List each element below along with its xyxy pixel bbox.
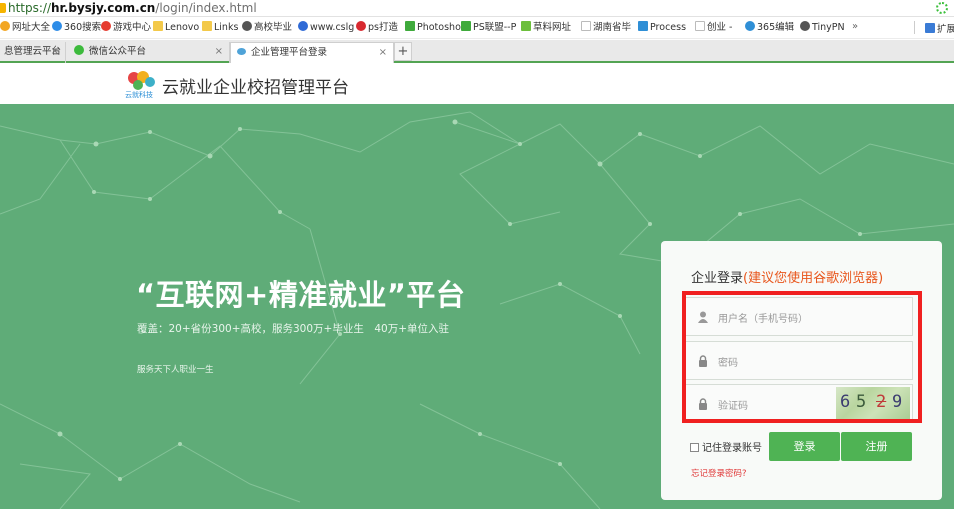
page-icon — [695, 21, 705, 31]
bookmark-label: TinyPN — [812, 22, 845, 33]
new-tab-button[interactable]: + — [394, 42, 412, 61]
url-scheme: https:// — [8, 1, 52, 15]
bookmark-item[interactable]: 360搜索 — [52, 21, 101, 35]
bookmark-icon — [0, 21, 10, 31]
page-icon — [581, 21, 591, 31]
tab-close-icon[interactable]: × — [379, 43, 387, 63]
bookmark-item[interactable]: 创业 - — [695, 21, 732, 35]
apps-label: 扩展 — [937, 24, 954, 35]
url-host: hr.bysjy.com.cn — [51, 1, 156, 15]
bookmark-label: 草料网址 — [533, 22, 572, 33]
bookmark-label: PS联盟--P — [473, 22, 517, 33]
bookmark-label: 360搜索 — [64, 22, 102, 33]
bookmark-item[interactable]: 草料网址 — [521, 21, 571, 35]
apps-grid-icon — [925, 23, 935, 33]
url-text[interactable]: https://hr.bysjy.com.cn/login/index.html — [8, 0, 257, 16]
login-button[interactable]: 登录 — [769, 432, 840, 461]
bookmark-icon — [242, 21, 252, 31]
bookmark-icon — [52, 21, 62, 31]
logo-text: 云就科技 — [125, 90, 153, 99]
folder-icon — [202, 21, 212, 31]
hero-motto: 服务天下人职业一生 — [137, 365, 214, 375]
forgot-password-link[interactable]: 忘记登录密码? — [691, 467, 747, 479]
bookmark-label: 网址大全 — [12, 22, 51, 33]
tab-favicon — [237, 48, 246, 55]
bookmark-label: 游戏中心 — [113, 22, 152, 33]
bookmark-label: 创业 - — [707, 22, 733, 33]
annotation-highlight-box — [682, 291, 922, 423]
tab-cloud-admin[interactable]: 息管理云平台 × — [0, 42, 66, 63]
lock-icon — [0, 3, 6, 13]
tab-label: 微信公众平台 — [89, 46, 147, 57]
bookmark-icon — [298, 21, 308, 31]
bookmark-icon — [745, 21, 755, 31]
folder-icon — [153, 21, 163, 31]
bookmark-icon — [521, 21, 531, 31]
bookmark-label: Process — [650, 22, 687, 33]
tab-wechat[interactable]: 微信公众平台 × — [66, 42, 230, 63]
bookmark-label: Links — [214, 22, 239, 33]
site-header: 云就科技 云就业企业校招管理平台 — [0, 65, 954, 104]
extension-icon[interactable] — [936, 2, 948, 14]
bookmarks-divider — [914, 21, 915, 34]
login-title: 企业登录(建议您使用谷歌浏览器) — [691, 267, 883, 286]
tab-strip: 息管理云平台 × 微信公众平台 × 企业管理平台登录 × + — [0, 40, 954, 63]
bookmark-item[interactable]: ps打造 — [356, 21, 398, 35]
bookmark-icon — [356, 21, 366, 31]
bookmark-icon — [101, 21, 111, 31]
login-panel: 企业登录(建议您使用谷歌浏览器) 用户名（手机号码） 密码 验证码 6 5 2 … — [661, 241, 942, 500]
tab-close-icon[interactable]: × — [51, 42, 59, 62]
bookmark-icon — [405, 21, 415, 31]
bookmark-item[interactable]: www.cslg — [298, 21, 354, 35]
browser-hint: (建议您使用谷歌浏览器) — [743, 271, 884, 286]
tab-label: 企业管理平台登录 — [251, 47, 328, 58]
bookmark-item[interactable]: TinyPN — [800, 21, 845, 35]
bookmark-icon — [638, 21, 648, 31]
bookmark-item[interactable]: Photosho — [405, 21, 461, 35]
tab-close-icon[interactable]: × — [215, 42, 223, 62]
hero-subtitle: 覆盖：20+省份300+高校，服务300万+毕业生 40万+单位入驻 — [137, 323, 449, 335]
address-bar[interactable]: https://hr.bysjy.com.cn/login/index.html — [0, 0, 954, 17]
bookmark-item[interactable]: 高校毕业 — [242, 21, 292, 35]
login-title-text: 企业登录 — [691, 271, 744, 286]
site-title: 云就业企业校招管理平台 — [162, 78, 349, 98]
site-logo[interactable]: 云就科技 — [124, 70, 158, 100]
bookmark-item[interactable]: 365编辑 — [745, 21, 794, 35]
remember-account[interactable]: 记住登录账号 — [690, 439, 762, 454]
bookmark-label: ps打造 — [368, 22, 398, 33]
bookmarks-more-chevron[interactable]: » — [852, 21, 858, 32]
wechat-icon — [74, 45, 84, 55]
tab-enterprise-login[interactable]: 企业管理平台登录 × — [230, 42, 394, 63]
bookmark-label: Lenovo — [165, 22, 200, 33]
bookmark-item[interactable]: Process — [638, 21, 686, 35]
bookmark-label: 高校毕业 — [254, 22, 293, 33]
bookmarks-bar: 网址大全 360搜索 游戏中心 Lenovo Links 高校毕业 www.cs… — [0, 17, 954, 39]
bookmark-item[interactable]: Links — [202, 21, 238, 35]
apps-shortcut[interactable]: 扩展 — [925, 21, 954, 35]
bookmark-icon — [461, 21, 471, 31]
bookmark-item[interactable]: Lenovo — [153, 21, 199, 35]
bookmark-item[interactable]: 湖南省毕 — [581, 21, 631, 35]
bookmark-label: Photosho — [417, 22, 461, 33]
register-button[interactable]: 注册 — [841, 432, 912, 461]
bookmark-icon — [800, 21, 810, 31]
hero-title: “互联网+精准就业”平台 — [136, 278, 466, 312]
bookmark-item[interactable]: 网址大全 — [0, 21, 50, 35]
bookmark-label: 365编辑 — [757, 22, 795, 33]
bookmark-item[interactable]: PS联盟--P — [461, 21, 516, 35]
remember-checkbox[interactable] — [690, 443, 699, 452]
remember-label: 记住登录账号 — [702, 443, 762, 454]
url-path: /login/index.html — [155, 1, 257, 15]
bookmark-label: www.cslg — [310, 22, 355, 33]
bookmark-label: 湖南省毕 — [593, 22, 632, 33]
bookmark-item[interactable]: 游戏中心 — [101, 21, 151, 35]
